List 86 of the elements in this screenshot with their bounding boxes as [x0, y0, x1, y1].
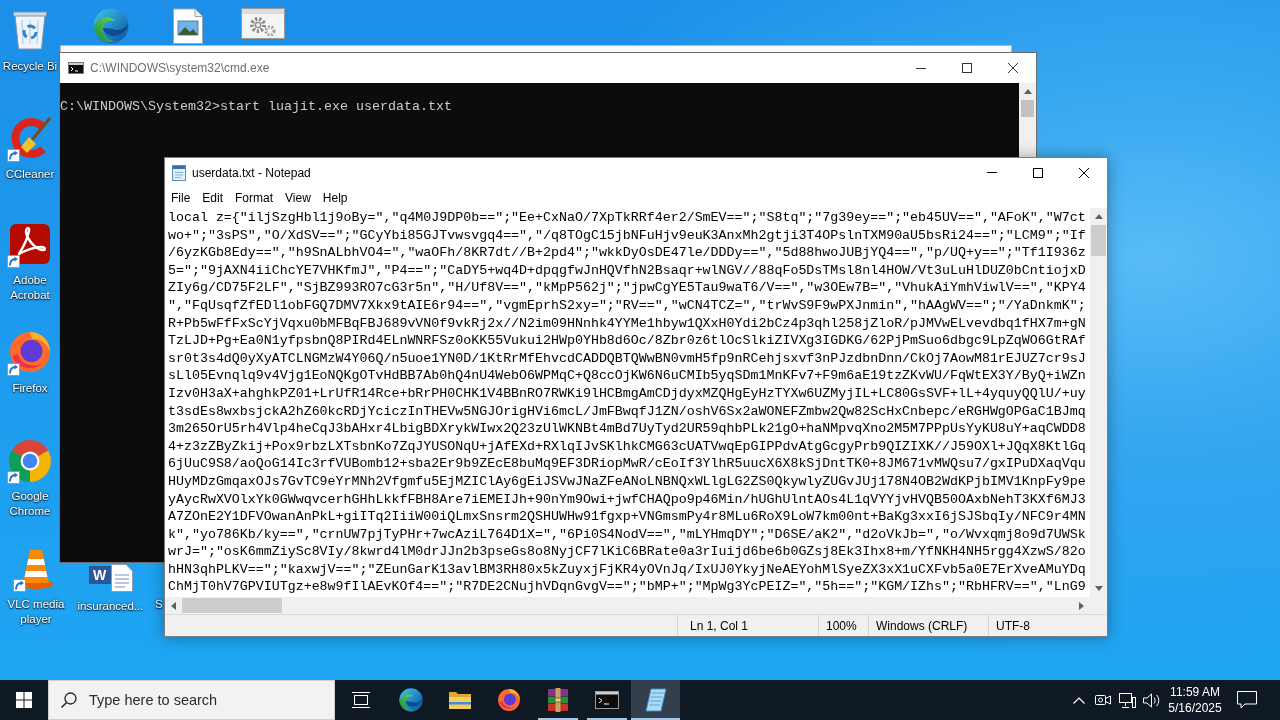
text-line: local z={"iljSzgHbl1j9oBy=","q4M0J9DP0b==";"Ee+CxNaO/7XpTkRRf4er2/SmEV==";"S8tq";"7g39ey==";"eb45UV==","AFoK","W7ct [168, 209, 1087, 227]
icon-label[interactable]: insuranced... [77, 599, 144, 614]
network-icon[interactable] [1118, 692, 1136, 708]
text-line: sLl05Evnqlq9v4Vjg1EoNQKgOTvHdBB7Ab0hQ4nU4WebO6WPMqC+Q8ccOjKW6N6uCMIb5yqSDm1MnKFv7+F9m6aE19tzZKvWU/FqWtEX3Y/ByQ+iWZn [168, 367, 1087, 385]
horizontal-scrollbar[interactable] [165, 597, 1090, 614]
menu-item[interactable]: View [279, 190, 317, 205]
notepad-icon[interactable] [644, 688, 667, 712]
text-line: t3sdEs8wxbsjckA2hZ60kcRDjYciczInTHEVw5NGJOrigHVi6mcL/JmFBwqfJ1ZN/oshV6Sx2aWONEFZmbw2Qw82ScHxCnbepc/eRGHWgOPGaC1BJmq [168, 402, 1087, 421]
folder-icon[interactable] [448, 691, 471, 709]
chrome-icon[interactable] [7, 438, 53, 484]
text-line: sr0t3s4dQ0yXyATCLNGMzW4Y06Q/n5uoe1YN0D/1KtRrMfEhvcdCADDQBTQWwBN0vmH5fp9nRCehjsxvf3nPJzdbnDnn/CkOj7AowM81rEJUZ7cr9sJ [168, 349, 1087, 368]
console-line: C:\WINDOWS\System32>start luajit.exe userdata.txt [60, 99, 453, 115]
console-icon[interactable] [594, 691, 619, 709]
text-line: HUyMDzGmqaxOJs7GvTC9eYrMNh2Vfgmfu5EjMZIClAy6gEiJSVwJNaZFeANoLNBNQxWLlgLG2ZS0QkywlyZUGvJUj178N4OB2WdKPjbIMV1KnpFy9pe [168, 472, 1087, 491]
minimize-icon[interactable] [916, 67, 926, 69]
text-line: TzLJD+Pg+Ea0N1yfpsbnQ8PIRd4ELnWNRFSz0oKK55Vukui2HWp0YHb8d6Oc/8Zbr0z6tlOcSlkiZIVXg3IGDKG/62PjPmSuo6dbgc9LpZqWO6GtRAf [168, 332, 1087, 350]
close-icon[interactable] [1079, 167, 1089, 178]
text-line: ","FqUsqfZfEDl1obFGQ7DMV7Xkx9tAIE6r94==","vgmEprhS2xy=";"RV==","wCN4TCZ=","trWvS9F9wPXJnmin","hAAgWV==";"/YaDnkmK"; [168, 296, 1087, 315]
up-arrow-icon[interactable] [1094, 214, 1103, 219]
maximize-icon[interactable] [1033, 167, 1043, 178]
search-field[interactable]: Type here to search [89, 692, 319, 708]
video-camera-icon[interactable] [1095, 694, 1111, 706]
search-icon [61, 692, 77, 708]
text-line: ChMjT0hV7GPVIUTgz+e8w9fIlAEvKOf4==";"R7DE2CNujhVDqnGvgV==";"bMP+";"MpWg3YcPEIZ=","5h==";"KGM/IZhs";"RbHFRV==","LnG9 [168, 578, 1087, 597]
vertical-scrollbar[interactable] [1090, 208, 1107, 597]
scrollbar-thumb[interactable] [182, 598, 282, 613]
menu-item[interactable]: Edit [196, 190, 230, 205]
text-line: 5=";"9jAXN4iiChcYE7VHKfmJ","P4==";"CaDY5+wq4D+dpqgfwJnHQVfhN2Bsaqr+wlNGV//88qFo5DsTMsl8nl4HOW/Vt3uLuHlDUZ0bCntiojxD [168, 261, 1087, 280]
window-title: userdata.txt - Notepad [192, 165, 311, 180]
document-icon[interactable] [110, 564, 133, 592]
text-line: A7ZOnE2Y1DFVOwanAnPkL+giITq2IiiW00iQLmxSnsrm2QSHUWHw91fgxp+VNGmsmPy4r8MLu6RoX9LoW7km00nt+BaKg3xxI6jSJSbqIy/NFC9r4MN [168, 508, 1087, 526]
image-file-icon[interactable] [171, 8, 204, 44]
notification-icon[interactable] [1237, 691, 1257, 709]
task-view-icon[interactable] [350, 692, 371, 708]
status-text: 100% [818, 615, 868, 636]
text-line: Izv0H3aX+ahghkPZ01+LrUfR14Rce+bRrPH0CHK1V4BBnRO7RWKi9lHCBmgAmCDjdyxMZQHgEyHzTYXw6UZMyjIL+LC80GsSVF+lL+4yquyQQlU/+uy [168, 384, 1087, 403]
text-line: ZIy6g/CD75F2LF","SjBZ993RO7cG3r5n","H/Uf8V==","kMpP562j";"jpwCgYE5Tau9waT6/V==","w3OEw7B=","VhukAiYmhViwlV==","KPY4 [168, 279, 1087, 297]
menu-item[interactable]: File [165, 190, 197, 205]
status-text: Ln 1, Col 1 [677, 615, 818, 636]
menu-item[interactable]: Help [316, 190, 354, 205]
window-title: C:\WINDOWS\system32\cmd.exe [90, 61, 270, 75]
icon-label[interactable]: Google Chrome [0, 489, 60, 519]
firefox-icon[interactable] [496, 688, 521, 712]
menu-item[interactable]: Format [229, 190, 280, 205]
text-line: hHN3qhPLKV==";"kaxwjV==";"ZEunGarK13avlBM3RH80x5kZuyxjFjKR4yOVnJq/IxUJ0YkyjNeAEYohMlSyeZX3xX1uCXFvb5a0E7ErXveAMuYDq [168, 560, 1087, 579]
scrollbar-thumb[interactable] [1021, 100, 1034, 117]
edge-icon[interactable] [92, 8, 129, 44]
text-line: wrJ=";"osK6mmZiySc8VIy/8kwrd4lM0drJJn2b3pseGs8o8NyjCF7lKiC6BRate0a3rIuijd6be6b0GZsj8Ek3Ihx8+m/YfNKH4NH5rgg4XzwS/82o [168, 543, 1087, 561]
taskbar-button[interactable] [631, 680, 680, 720]
maximize-icon[interactable] [962, 63, 972, 73]
gear-file-icon[interactable] [240, 8, 285, 39]
clock[interactable]: 11:59 AM 5/16/2025 [1163, 684, 1227, 716]
icon-label[interactable]: CCleaner [5, 167, 55, 182]
status-text: UTF-8 [988, 615, 1107, 636]
chevron-up-icon[interactable] [1073, 696, 1085, 704]
down-arrow-icon[interactable] [1094, 586, 1103, 591]
up-arrow-icon[interactable] [1023, 89, 1032, 94]
right-arrow-icon[interactable] [1079, 601, 1084, 610]
ccleaner-icon[interactable] [8, 116, 52, 160]
left-arrow-icon[interactable] [171, 601, 176, 610]
text-line: yAycRwXVOlxYk0GWwqvcerhGHhLkkfFBH8Are7iEMEIJh+90nYm9Owi+jwfCHAQpo9p46Min/hUGhUlntAOs4L1qVYYjvHVQB50OAxbNehT3KXf6MJ3 [168, 490, 1087, 509]
acrobat-icon[interactable] [8, 222, 52, 266]
recycle-bin-icon[interactable] [11, 8, 49, 50]
text-line: /6yzKGb8Edy==","h9SnALbhVO4=","waOFh/8KR7dt//B+2pd4";"wkkDyOsDE47le/DDDy==","5d88hwoJUBjYQ4==","p/UQ+y==";"Tf1I936z [168, 244, 1087, 262]
volume-icon[interactable] [1142, 692, 1160, 708]
console-icon [68, 62, 84, 74]
status-text: Windows (CRLF) [868, 615, 988, 636]
text-line: 6jUuC9S8/aoQoG14Ic3rfVUBomb12+sba2Er9b9ZEcE8buMq9EF3DRiopMwR/cEoIf3YlhR5uucX6X8kSjDntTK0+8JM671vMWQsu7/gxIPuDXaqVqu [168, 455, 1087, 473]
icon-label[interactable]: S [155, 597, 163, 612]
book-stack-icon[interactable] [545, 688, 570, 712]
scrollbar-thumb[interactable] [1091, 225, 1106, 256]
text-line: 4+z3zZByZkij+Pox9rbzLXTsbnKo7ZqJYUSONqU+jAfEXd+RXlqIJvSKlhkCMG63cUATVwqEpGIPPdvAtgGcgyPrb9QIZIXK//J59OXl+JQqX8KtlGq [168, 437, 1087, 456]
text-line: R+Pb5wFfFxScYjVqxu0bMFBqFBJ689vVN0f9vkRj2x//N2im09HNnhk4YYMe1hbyw1QXxH0Ydi2bCz4p3qhl258jZloR/pJMVwELvevdbq1fHX7m+gN [168, 314, 1087, 333]
icon-label[interactable]: Firefox [12, 381, 48, 396]
text-line: 3m265OrU5rh4Vlp4heCqJ3bAHxr4LbigBDXrykWIwx2Q23zUlWKNBt4mBd7UyTyd2UR59qhbPLk21gO+haNMpvqXno2M5M7PPpUsYyKU8uY+aqCWDD8 [168, 420, 1087, 438]
text-line: wo+";"3sPS","O/XdSV==";"GCyYbi85GJTvwsvgq4==","/q8TOgC15jbNFuHjv9euK3AnxMh2gtji3T4OPslnTXM90aU5bsRi24==";"LCM9";"If [168, 226, 1087, 245]
close-icon[interactable] [1008, 63, 1018, 73]
search-box[interactable]: Type here to search [48, 680, 335, 720]
icon-label[interactable]: Recycle Bi [2, 59, 58, 74]
notepad-icon [172, 164, 186, 181]
firefox-icon[interactable] [8, 330, 52, 374]
text-line: k","yo786Kb/ky==","crnUW7pjTyPHr+7wcAziL764D1X=","6Pi0S4NodV==","mLYHmqDY";"D6SE/aK2","d2oVkJb=","o/Wvxqmj8o9d7UWSk [168, 525, 1087, 544]
icon-label[interactable]: Adobe Acrobat [0, 273, 60, 303]
edge-icon[interactable] [398, 688, 423, 712]
document-logo[interactable]: W [88, 566, 111, 584]
icon-label[interactable]: VLC media player [0, 597, 72, 627]
